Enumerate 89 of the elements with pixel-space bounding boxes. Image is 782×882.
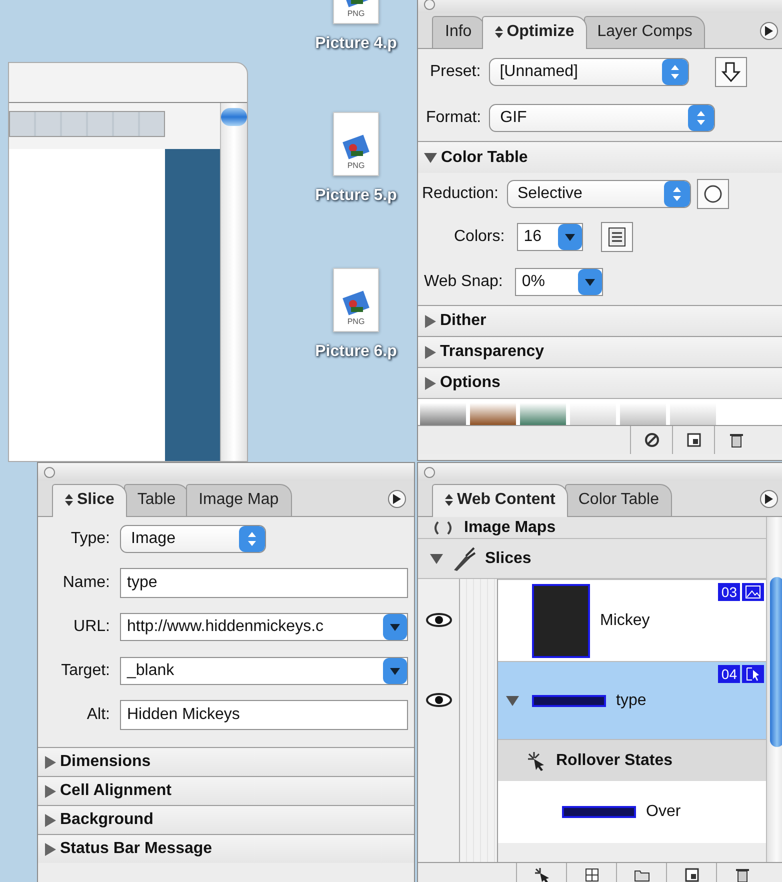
file-icon[interactable]: PNG: [333, 112, 379, 176]
grid-icon: [584, 866, 600, 882]
tree-group-header[interactable]: Image Maps: [418, 517, 766, 539]
format-select[interactable]: GIF: [489, 104, 716, 132]
field-label: URL:: [72, 617, 110, 637]
field-label: Format:: [426, 108, 482, 128]
play-arrow-icon: [765, 494, 773, 504]
sort-icon: [494, 26, 503, 38]
no-entry-icon: [644, 432, 660, 448]
preset-menu-button[interactable]: [714, 57, 747, 87]
web-snap-combo[interactable]: 0%: [514, 268, 603, 296]
panel-tab[interactable]: Layer Comps: [584, 16, 706, 48]
tree-item[interactable]: Mickey 03: [498, 579, 766, 661]
field-label: Type:: [70, 529, 110, 549]
new-item-icon: [684, 866, 700, 882]
trash-icon: [734, 866, 750, 882]
colors-combo[interactable]: 16: [516, 223, 583, 251]
panel-menu-button[interactable]: [388, 490, 406, 508]
panel-tab[interactable]: Info: [432, 16, 485, 48]
close-button[interactable]: [424, 466, 435, 478]
image-icon: [742, 583, 764, 601]
close-button[interactable]: [44, 466, 55, 478]
circle-icon: [702, 184, 722, 204]
stepper-icon: [688, 105, 714, 131]
list-icon: [608, 227, 626, 247]
slice-number: 03: [718, 583, 740, 601]
stepper-icon: [239, 526, 265, 552]
new-item-icon: [686, 432, 702, 448]
field-label: Target:: [60, 661, 110, 681]
field-label: Reduction:: [422, 184, 498, 204]
close-button[interactable]: [424, 0, 435, 10]
section-header[interactable]: Background: [38, 805, 414, 834]
panel-tab[interactable]: Image Map: [186, 484, 292, 516]
scrollbar-thumb[interactable]: [221, 108, 247, 126]
field-label: Preset:: [430, 62, 481, 82]
stepper-icon: [664, 181, 690, 207]
disclosure-triangle-icon: [430, 552, 443, 565]
list-button[interactable]: [600, 222, 633, 252]
section-header[interactable]: Color Table: [418, 141, 782, 173]
sort-icon: [445, 494, 453, 506]
panel-tab[interactable]: Slice: [52, 484, 128, 517]
panel-tab[interactable]: Table: [124, 484, 189, 516]
combo-field[interactable]: _blank: [120, 657, 408, 685]
disclosure-triangle-icon: [506, 694, 519, 707]
section-header[interactable]: Dither: [418, 305, 782, 336]
field-label: Web Snap:: [424, 272, 503, 292]
file-type-label: PNG: [347, 316, 365, 328]
panel-tab[interactable]: Color Table: [565, 484, 672, 516]
knife-icon: [451, 546, 477, 572]
tree-item[interactable]: Rollover States: [498, 739, 766, 781]
stepper-icon: [662, 59, 688, 85]
panel-tab[interactable]: Optimize: [482, 16, 588, 49]
cursor-icon: [742, 665, 764, 683]
panel-menu-button[interactable]: [760, 22, 778, 40]
combo-field[interactable]: http://www.hiddenmickeys.c: [120, 613, 408, 641]
section-header[interactable]: Status Bar Message: [38, 834, 414, 863]
star-cursor-icon: [534, 866, 550, 882]
reduction-select[interactable]: Selective: [506, 180, 690, 208]
section-header[interactable]: Cell Alignment: [38, 776, 414, 805]
play-arrow-icon: [765, 26, 773, 36]
file-type-label: PNG: [347, 160, 365, 172]
scrollbar-thumb[interactable]: [770, 577, 782, 747]
slice-number: 04: [718, 665, 740, 683]
scrollbar[interactable]: [766, 517, 782, 862]
preset-select[interactable]: [Unnamed]: [488, 58, 689, 86]
file-type-label: PNG: [347, 8, 365, 20]
section-header[interactable]: Options: [418, 367, 782, 398]
field-label: Alt:: [86, 705, 110, 725]
trash-icon: [728, 432, 744, 448]
text-field[interactable]: Hidden Mickeys: [120, 700, 408, 730]
panel-menu-button[interactable]: [760, 490, 778, 508]
tree-group-header[interactable]: Slices: [418, 539, 766, 579]
star-cursor-icon: [526, 750, 546, 770]
file-icon[interactable]: PNG: [333, 268, 379, 332]
scrollbar[interactable]: [220, 103, 247, 461]
field-label: Name:: [62, 573, 110, 593]
tree-item[interactable]: Over: [498, 781, 766, 843]
sort-icon: [65, 494, 73, 506]
field-label: Colors:: [454, 227, 505, 247]
panel-tab[interactable]: Web Content: [432, 484, 568, 517]
play-arrow-icon: [393, 494, 401, 504]
tree-item[interactable]: type 04: [498, 661, 766, 739]
circle-button[interactable]: [696, 179, 728, 209]
arrow-down-icon: [720, 61, 742, 83]
text-field[interactable]: type: [120, 568, 408, 598]
file-icon[interactable]: PNG: [333, 0, 379, 24]
type-select[interactable]: Image: [120, 525, 266, 553]
section-header[interactable]: Dimensions: [38, 747, 414, 776]
section-header[interactable]: Transparency: [418, 336, 782, 367]
